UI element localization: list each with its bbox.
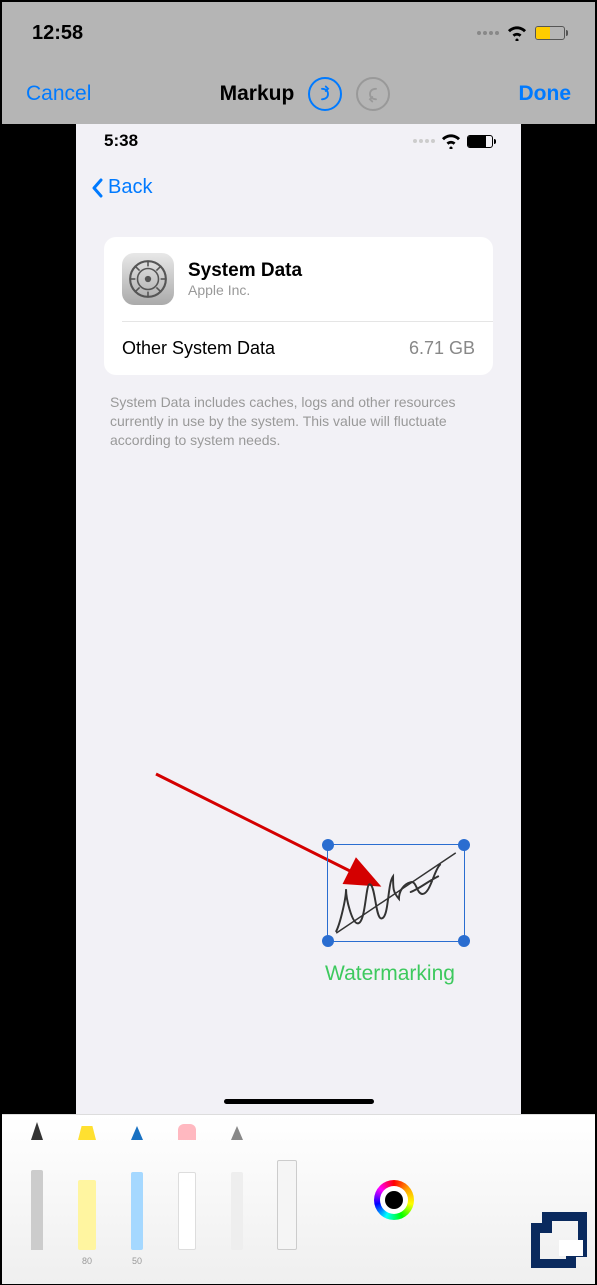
inner-battery-icon: [467, 135, 493, 148]
outer-status-right: [477, 25, 565, 41]
card-title: System Data: [188, 260, 302, 282]
pencil-size: 50: [132, 1256, 142, 1266]
back-button: Back: [76, 158, 166, 217]
markup-canvas[interactable]: 5:38 Back: [2, 124, 595, 1114]
chevron-left-icon: [90, 178, 104, 198]
ruler-tool[interactable]: [264, 1140, 310, 1250]
card-header: System Data Apple Inc.: [104, 237, 493, 321]
edited-screenshot: 5:38 Back: [76, 124, 521, 1114]
settings-app-icon: [122, 253, 174, 305]
color-picker-button[interactable]: [374, 1180, 414, 1220]
wifi-icon: [507, 25, 527, 41]
battery-icon: [535, 26, 565, 40]
home-indicator: [224, 1099, 374, 1104]
resize-handle-tr[interactable]: [458, 839, 470, 851]
signature-selection-box[interactable]: [327, 844, 465, 942]
redo-button[interactable]: [356, 77, 390, 111]
corner-logo-icon: [531, 1212, 587, 1268]
inner-cellular-dots-icon: [413, 139, 435, 143]
eraser-tool[interactable]: [164, 1140, 210, 1250]
footnote-text: System Data includes caches, logs and ot…: [76, 385, 521, 458]
signature-drawing[interactable]: [328, 845, 464, 941]
row-value: 6.71 GB: [409, 338, 475, 359]
markup-nav-bar: Cancel Markup Done: [2, 64, 595, 124]
cellular-dots-icon: [477, 31, 499, 35]
system-data-card: System Data Apple Inc. Other System Data…: [104, 237, 493, 375]
done-button[interactable]: Done: [519, 82, 572, 106]
inner-wifi-icon: [441, 133, 461, 149]
undo-button[interactable]: [308, 77, 342, 111]
undo-icon: [316, 85, 334, 103]
pen-tool[interactable]: [14, 1140, 60, 1250]
resize-handle-tl[interactable]: [322, 839, 334, 851]
gear-icon: [127, 258, 169, 300]
outer-time: 12:58: [32, 22, 83, 45]
resize-handle-br[interactable]: [458, 935, 470, 947]
lasso-tool[interactable]: [214, 1140, 260, 1250]
inner-status-bar: 5:38: [76, 124, 521, 158]
resize-handle-bl[interactable]: [322, 935, 334, 947]
pencil-tool[interactable]: 50: [114, 1140, 160, 1250]
card-subtitle: Apple Inc.: [188, 282, 302, 298]
markup-tool-tray: 80 50: [2, 1114, 595, 1284]
back-label: Back: [108, 176, 152, 199]
current-color-icon: [385, 1191, 403, 1209]
inner-time: 5:38: [104, 131, 138, 151]
nav-title: Markup: [220, 82, 295, 106]
row-label: Other System Data: [122, 338, 275, 359]
highlighter-tool[interactable]: 80: [64, 1140, 110, 1250]
cancel-button[interactable]: Cancel: [26, 82, 91, 106]
outer-status-bar: 12:58: [2, 2, 595, 64]
nav-center: Markup: [220, 77, 391, 111]
watermark-label: Watermarking: [315, 962, 465, 986]
other-system-data-row: Other System Data 6.71 GB: [104, 322, 493, 375]
highlighter-size: 80: [82, 1256, 92, 1266]
redo-icon: [364, 85, 382, 103]
